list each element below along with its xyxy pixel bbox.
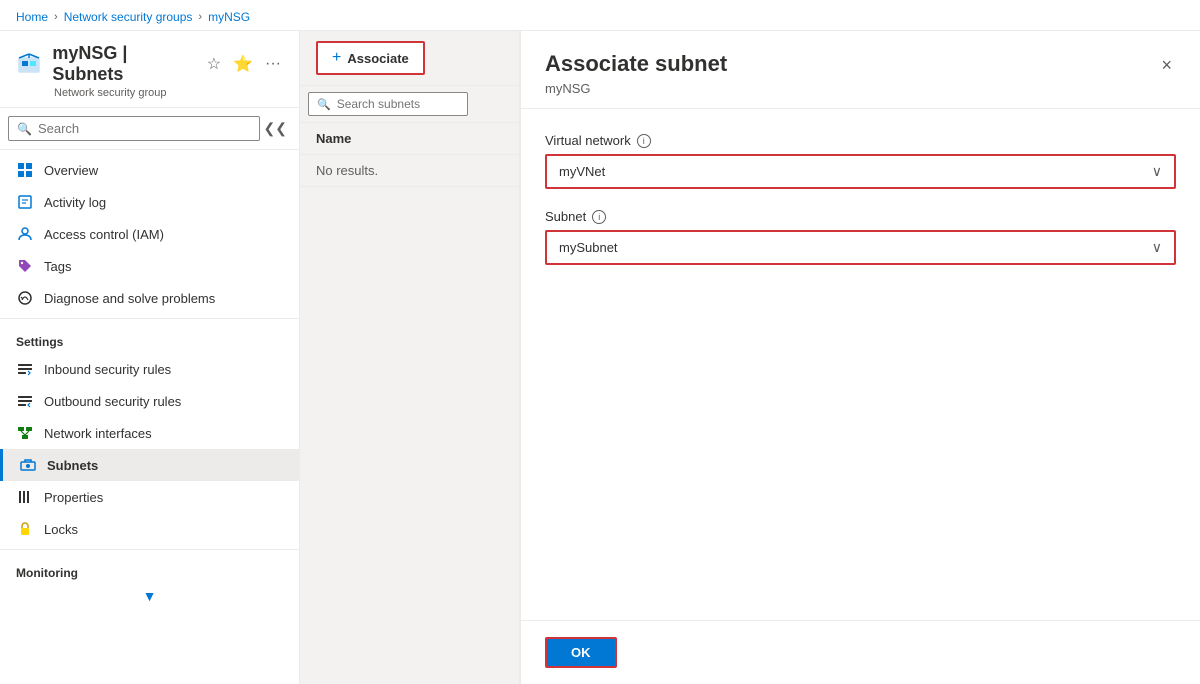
associate-button[interactable]: + Associate xyxy=(316,41,425,75)
sidebar-item-inbound[interactable]: Inbound security rules xyxy=(0,353,299,385)
iam-icon xyxy=(16,225,34,243)
no-results-row: No results. xyxy=(300,155,519,187)
sidebar-item-inbound-label: Inbound security rules xyxy=(44,362,171,377)
panel-title-area: Associate subnet myNSG xyxy=(545,51,727,96)
panel-footer: OK xyxy=(521,620,1200,684)
subnet-chevron-icon: ∨ xyxy=(1152,239,1162,256)
subnet-info-icon[interactable]: i xyxy=(592,210,606,224)
breadcrumb: Home › Network security groups › myNSG xyxy=(0,0,1200,31)
sidebar-item-overview-label: Overview xyxy=(44,163,98,178)
subnets-toolbar: + Associate xyxy=(300,31,519,86)
breadcrumb-home[interactable]: Home xyxy=(16,10,48,24)
subnets-search-input[interactable] xyxy=(337,97,459,111)
sidebar-item-subnets[interactable]: Subnets xyxy=(0,449,299,481)
subnet-group: Subnet i mySubnet ∨ xyxy=(545,209,1176,265)
virtual-network-group: Virtual network i myVNet ∨ xyxy=(545,133,1176,189)
virtual-network-info-icon[interactable]: i xyxy=(637,134,651,148)
sidebar-item-iam[interactable]: Access control (IAM) xyxy=(0,218,299,250)
outbound-icon xyxy=(16,392,34,410)
no-results-text: No results. xyxy=(300,155,519,187)
name-column-header: Name xyxy=(300,123,519,155)
sidebar-item-subnets-label: Subnets xyxy=(47,458,98,473)
subnet-label: Subnet i xyxy=(545,209,1176,224)
sidebar-search-box: 🔍 xyxy=(8,116,260,141)
associate-subnet-panel: Associate subnet myNSG × Virtual network… xyxy=(520,31,1200,684)
sidebar-item-tags[interactable]: Tags xyxy=(0,250,299,282)
props-icon xyxy=(16,488,34,506)
more-button[interactable]: ··· xyxy=(263,53,283,75)
virtual-network-label: Virtual network i xyxy=(545,133,1176,148)
sidebar-subtitle: Network security group xyxy=(54,87,283,99)
sidebar-item-activity-log[interactable]: Activity log xyxy=(0,186,299,218)
sidebar-item-locks[interactable]: Locks xyxy=(0,513,299,545)
activity-icon xyxy=(16,193,34,211)
overview-icon xyxy=(16,161,34,179)
sidebar-item-activity-label: Activity log xyxy=(44,195,106,210)
search-icon: 🔍 xyxy=(17,122,32,136)
collapse-button[interactable]: ❮❮ xyxy=(260,112,291,145)
pin-button[interactable]: ☆ xyxy=(205,52,223,76)
sidebar-header: myNSG | Subnets ☆ ⭐ ··· Network security… xyxy=(0,31,299,108)
scroll-indicator: ▼ xyxy=(0,584,299,608)
nav-divider-settings xyxy=(0,318,299,319)
sidebar-item-locks-label: Locks xyxy=(44,522,78,537)
ok-button[interactable]: OK xyxy=(545,637,617,668)
sidebar-item-diagnose-label: Diagnose and solve problems xyxy=(44,291,215,306)
panel-body: Virtual network i myVNet ∨ Subnet xyxy=(521,109,1200,620)
virtual-network-value: myVNet xyxy=(559,164,605,179)
virtual-network-chevron-icon: ∨ xyxy=(1152,163,1162,180)
tags-icon xyxy=(16,257,34,275)
nav-divider-monitoring xyxy=(0,549,299,550)
monitoring-section-title: Monitoring xyxy=(0,554,299,584)
virtual-network-select[interactable]: myVNet ∨ xyxy=(545,154,1176,189)
diagnose-icon xyxy=(16,289,34,307)
scroll-down-icon: ▼ xyxy=(143,588,157,604)
panel-header: Associate subnet myNSG × xyxy=(521,31,1200,109)
subnets-search-box: 🔍 xyxy=(308,92,468,116)
sidebar-item-properties-label: Properties xyxy=(44,490,103,505)
plus-icon: + xyxy=(332,49,341,67)
breadcrumb-nsg[interactable]: Network security groups xyxy=(64,10,193,24)
search-input[interactable] xyxy=(38,121,251,136)
nsg-icon xyxy=(16,50,42,78)
sidebar-item-netif-label: Network interfaces xyxy=(44,426,152,441)
sidebar-item-outbound[interactable]: Outbound security rules xyxy=(0,385,299,417)
sidebar-title-text: myNSG | Subnets xyxy=(52,43,194,85)
subnets-area: + Associate 🔍 Name xyxy=(300,31,520,684)
sidebar-item-overview[interactable]: Overview xyxy=(0,154,299,186)
inbound-icon xyxy=(16,360,34,378)
favorite-button[interactable]: ⭐ xyxy=(231,52,255,76)
sidebar: myNSG | Subnets ☆ ⭐ ··· Network security… xyxy=(0,31,300,684)
locks-icon xyxy=(16,520,34,538)
panel-close-button[interactable]: × xyxy=(1157,51,1176,80)
netif-icon xyxy=(16,424,34,442)
panel-subtitle: myNSG xyxy=(545,81,727,96)
sidebar-item-diagnose[interactable]: Diagnose and solve problems xyxy=(0,282,299,314)
sidebar-nav: Overview Activity log xyxy=(0,150,299,684)
sidebar-item-outbound-label: Outbound security rules xyxy=(44,394,181,409)
subnets-icon xyxy=(19,456,37,474)
sidebar-item-network-interfaces[interactable]: Network interfaces xyxy=(0,417,299,449)
subnets-search-icon: 🔍 xyxy=(317,98,331,111)
sidebar-item-tags-label: Tags xyxy=(44,259,71,274)
subnet-select[interactable]: mySubnet ∨ xyxy=(545,230,1176,265)
subnets-table: Name No results. xyxy=(300,123,519,684)
subnet-value: mySubnet xyxy=(559,240,618,255)
panel-title: Associate subnet xyxy=(545,51,727,77)
settings-section-title: Settings xyxy=(0,323,299,353)
sidebar-item-iam-label: Access control (IAM) xyxy=(44,227,164,242)
breadcrumb-mynsg[interactable]: myNSG xyxy=(208,10,250,24)
associate-label: Associate xyxy=(347,51,408,66)
sidebar-item-properties[interactable]: Properties xyxy=(0,481,299,513)
